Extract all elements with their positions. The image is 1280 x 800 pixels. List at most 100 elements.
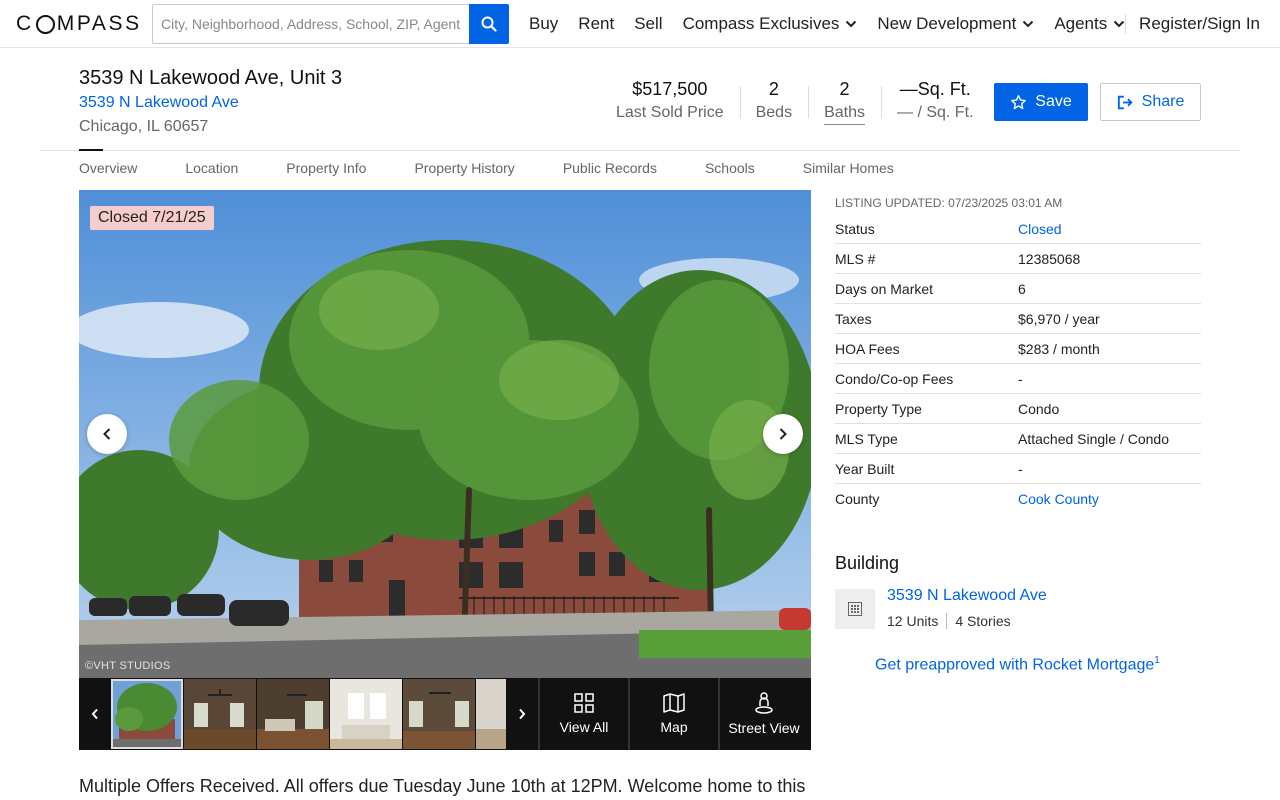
register-signin-link[interactable]: Register/Sign In [1139, 14, 1260, 34]
nav-rent[interactable]: Rent [578, 14, 614, 34]
grid-icon [574, 693, 594, 713]
search-input[interactable] [152, 4, 469, 44]
nav-divider [1125, 14, 1126, 34]
stat-beds-label: Beds [755, 104, 793, 121]
tab-public-records[interactable]: Public Records [563, 160, 657, 176]
nav-compass-exclusives-label: Compass Exclusives [682, 14, 840, 33]
chevron-down-icon [846, 20, 857, 28]
building-meta: 12 Units 4 Stories [887, 613, 1011, 629]
thumbnail-5[interactable] [403, 679, 475, 749]
tab-similar-homes[interactable]: Similar Homes [803, 160, 894, 176]
map-button[interactable]: Map [628, 678, 718, 750]
fact-value: - [1018, 460, 1023, 477]
fact-value: 6 [1018, 280, 1026, 297]
nav-rent-label: Rent [578, 14, 615, 33]
fact-key: Status [835, 220, 875, 237]
chevron-left-icon [103, 428, 111, 440]
thumbnail-4[interactable] [330, 679, 402, 749]
save-button-label: Save [1035, 93, 1072, 110]
fact-key: Taxes [835, 310, 872, 327]
search-bar [152, 4, 509, 44]
thumbnail-image [403, 679, 475, 749]
thumbnail-6[interactable] [476, 679, 506, 749]
section-tabs: Overview Location Property Info Property… [79, 160, 942, 176]
photo-watermark: ©VHT STUDIOS [85, 660, 171, 672]
building-name-link[interactable]: 3539 N Lakewood Ave [887, 587, 1047, 605]
thumbnail-image [257, 679, 329, 749]
fact-key: Days on Market [835, 280, 934, 297]
fact-key: MLS Type [835, 430, 898, 447]
active-tab-indicator [79, 149, 103, 151]
logo-text-left: C [16, 12, 34, 35]
street-view-button[interactable]: Street View [718, 678, 808, 750]
fact-value-status-link[interactable]: Closed [1018, 221, 1062, 237]
stat-baths[interactable]: 2 Baths [808, 78, 881, 126]
search-icon [481, 16, 497, 32]
building-icon [835, 589, 875, 629]
nav-agents[interactable]: Agents [1054, 14, 1125, 34]
nav-new-development[interactable]: New Development [877, 14, 1034, 34]
thumbnail-image [330, 679, 402, 749]
status-badge: Closed 7/21/25 [90, 206, 214, 230]
fact-value: $6,970 / year [1018, 310, 1100, 327]
fact-row: Year Built - [835, 454, 1201, 484]
property-photo-image [79, 190, 811, 678]
tab-property-history[interactable]: Property History [414, 160, 514, 176]
thumbs-prev-button[interactable] [79, 678, 110, 750]
logo-o-mark [35, 14, 55, 34]
fact-key: Year Built [835, 460, 895, 477]
tab-property-info[interactable]: Property Info [286, 160, 366, 176]
fact-row: Property Type Condo [835, 394, 1201, 424]
nav-new-development-label: New Development [877, 14, 1017, 33]
nav-sell-label: Sell [634, 14, 663, 33]
stat-beds-value: 2 [768, 79, 779, 99]
photo-next-button[interactable] [763, 414, 803, 454]
building-heading: Building [835, 553, 900, 573]
stat-beds: 2 Beds [739, 78, 808, 126]
nav-buy-label: Buy [529, 14, 559, 33]
stat-price-value: $517,500 [632, 79, 708, 99]
thumbnail-3[interactable] [257, 679, 329, 749]
stat-price: $517,500 Last Sold Price [600, 78, 740, 126]
nav-compass-exclusives[interactable]: Compass Exclusives [683, 14, 858, 34]
fact-key: MLS # [835, 250, 876, 267]
fact-value: Condo [1018, 400, 1060, 417]
main-photo[interactable]: Closed 7/21/25 ©VHT STUDIOS [79, 190, 811, 678]
thumbs-next-button[interactable] [506, 678, 538, 750]
mortgage-preapproval-link[interactable]: Get preapproved with Rocket Mortgage1 [875, 655, 1160, 674]
chevron-left-icon [91, 708, 98, 720]
fact-value-county-link[interactable]: Cook County [1018, 491, 1099, 507]
listing-description: Multiple Offers Received. All offers due… [79, 776, 806, 796]
share-button[interactable]: Share [1100, 83, 1201, 121]
listing-facts-table: Status Closed MLS # 12385068 Days on Marke… [835, 214, 1201, 514]
compass-logo[interactable]: C MPASS [16, 12, 142, 36]
stat-baths-value: 2 [839, 79, 850, 99]
search-button[interactable] [469, 4, 509, 44]
building-address-link[interactable]: 3539 N Lakewood Ave [79, 94, 239, 112]
tab-location[interactable]: Location [185, 160, 238, 176]
fact-value: $283 / month [1018, 340, 1100, 357]
street-view-label: Street View [728, 720, 800, 736]
thumbnail-strip: View All Map Street View [79, 678, 811, 750]
thumbnail-2[interactable] [184, 679, 256, 749]
nav-buy[interactable]: Buy [529, 14, 558, 34]
fact-key: Property Type [835, 400, 922, 417]
nav-sell[interactable]: Sell [634, 14, 662, 34]
nav-agents-label: Agents [1054, 14, 1108, 33]
star-icon [1011, 94, 1027, 109]
chevron-down-icon [1023, 20, 1034, 28]
thumbnail-1[interactable] [111, 679, 183, 749]
view-all-label: View All [559, 719, 609, 735]
share-icon [1117, 95, 1133, 109]
street-view-person-icon [755, 692, 773, 714]
view-all-button[interactable]: View All [538, 678, 628, 750]
listing-stats: $517,500 Last Sold Price 2 Beds 2 Baths … [600, 78, 989, 126]
building-grid-icon [848, 602, 862, 616]
save-button[interactable]: Save [994, 83, 1088, 121]
map-icon [663, 693, 685, 713]
tab-overview[interactable]: Overview [79, 160, 137, 176]
chevron-down-icon [1114, 20, 1125, 28]
tab-schools[interactable]: Schools [705, 160, 755, 176]
photo-prev-button[interactable] [87, 414, 127, 454]
share-button-label: Share [1141, 93, 1185, 110]
